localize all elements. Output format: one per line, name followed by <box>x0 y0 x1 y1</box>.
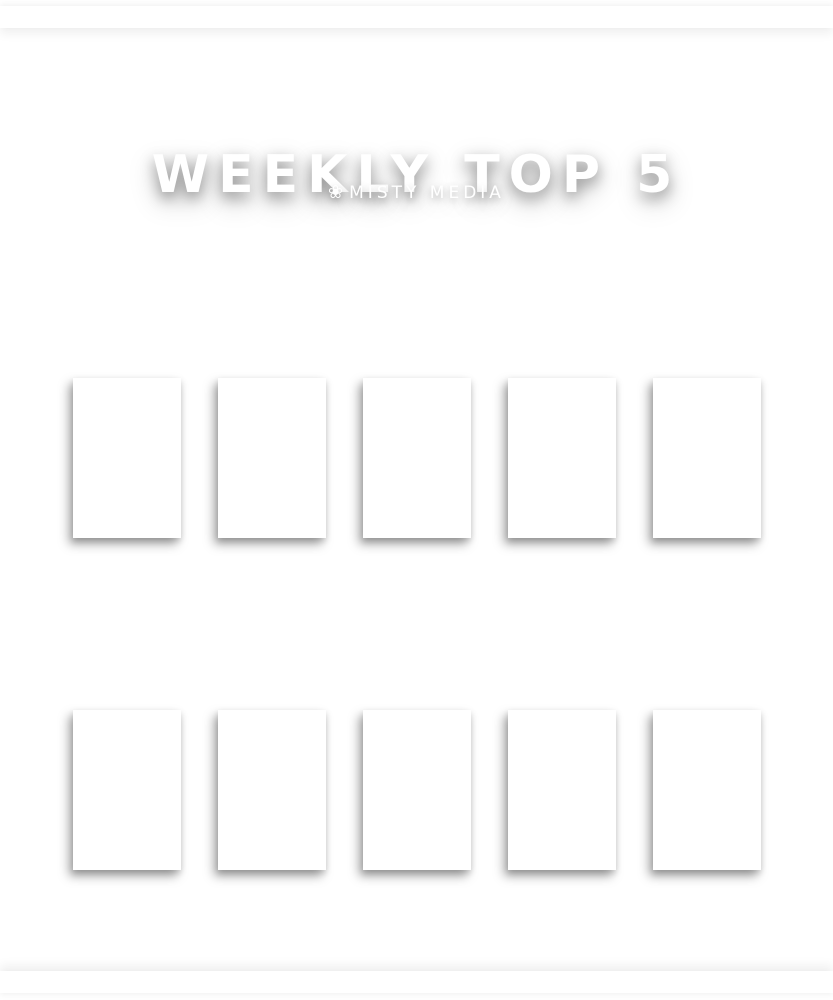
top-five-row-2 <box>73 710 763 870</box>
poster-slot-4[interactable] <box>508 378 616 538</box>
brand-logo: ❀ MISTY MEDIA <box>0 180 833 206</box>
poster-slot-5[interactable] <box>653 378 761 538</box>
top-divider-band <box>0 6 833 28</box>
brand-name: MISTY MEDIA <box>349 183 505 203</box>
lotus-icon: ❀ <box>328 182 344 203</box>
poster-slot-4[interactable] <box>508 710 616 870</box>
poster-slot-5[interactable] <box>653 710 761 870</box>
poster-slot-1[interactable] <box>73 710 181 870</box>
poster-slot-3[interactable] <box>363 378 471 538</box>
top-five-row-1 <box>73 378 763 538</box>
poster-slot-1[interactable] <box>73 378 181 538</box>
poster-slot-2[interactable] <box>218 378 326 538</box>
poster-slot-3[interactable] <box>363 710 471 870</box>
poster-slot-2[interactable] <box>218 710 326 870</box>
bottom-divider-band <box>0 971 833 993</box>
